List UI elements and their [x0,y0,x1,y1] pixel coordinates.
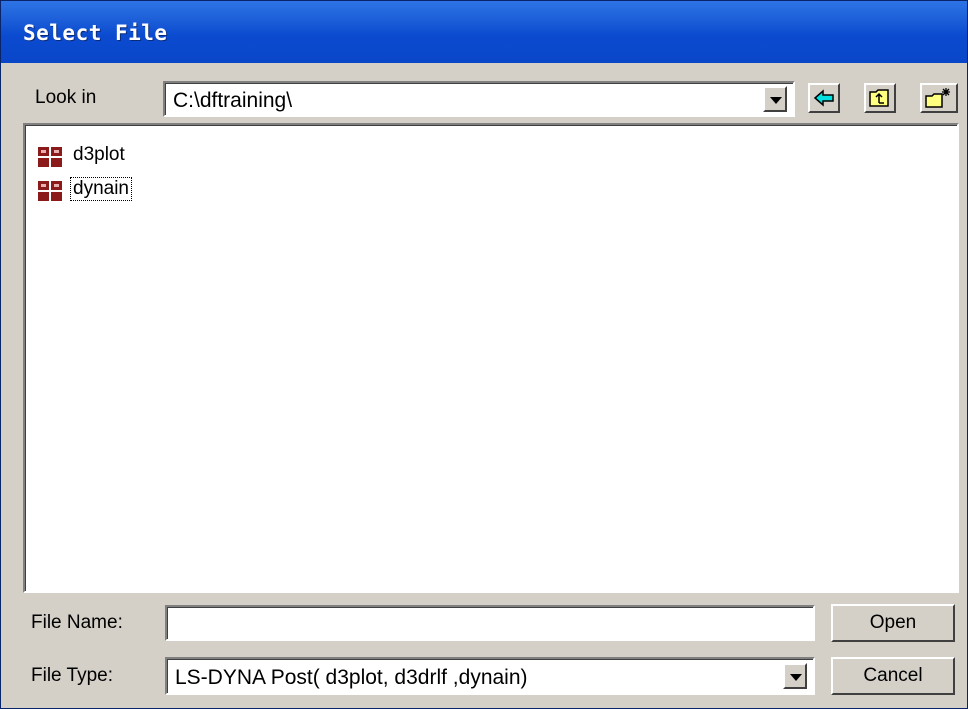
back-arrow-icon [813,89,834,107]
select-file-dialog: Select File Look in C:\dftraining\ d3plo… [0,0,968,709]
look-in-value: C:\dftraining\ [173,89,293,112]
up-folder-button[interactable] [864,83,896,113]
file-type-dropdown-button[interactable] [783,663,807,689]
up-folder-icon [869,89,889,107]
file-name-label: File Name: [31,612,123,633]
title-bar[interactable]: Select File [1,1,967,63]
grid-file-icon [38,147,62,167]
file-name: dynain [70,177,132,201]
chevron-down-icon [790,674,802,681]
cancel-button[interactable]: Cancel [831,657,955,695]
new-folder-icon [925,88,950,108]
open-button[interactable]: Open [831,604,955,642]
look-in-combo[interactable]: C:\dftraining\ [163,81,795,117]
back-button[interactable] [808,83,840,113]
chevron-down-icon [770,97,782,104]
window-title: Select File [23,21,168,45]
look-in-label: Look in [35,87,97,108]
file-list[interactable]: d3plot dynain [23,123,959,593]
grid-file-icon [38,181,62,201]
file-type-value: LS-DYNA Post( d3plot, d3drlf ,dynain) [175,666,528,689]
file-name-input[interactable] [165,605,815,641]
new-folder-button[interactable] [920,83,958,113]
file-name: d3plot [73,144,125,165]
look-in-dropdown-button[interactable] [763,86,787,112]
file-type-label: File Type: [31,665,114,686]
file-type-combo[interactable]: LS-DYNA Post( d3plot, d3drlf ,dynain) [165,657,815,695]
